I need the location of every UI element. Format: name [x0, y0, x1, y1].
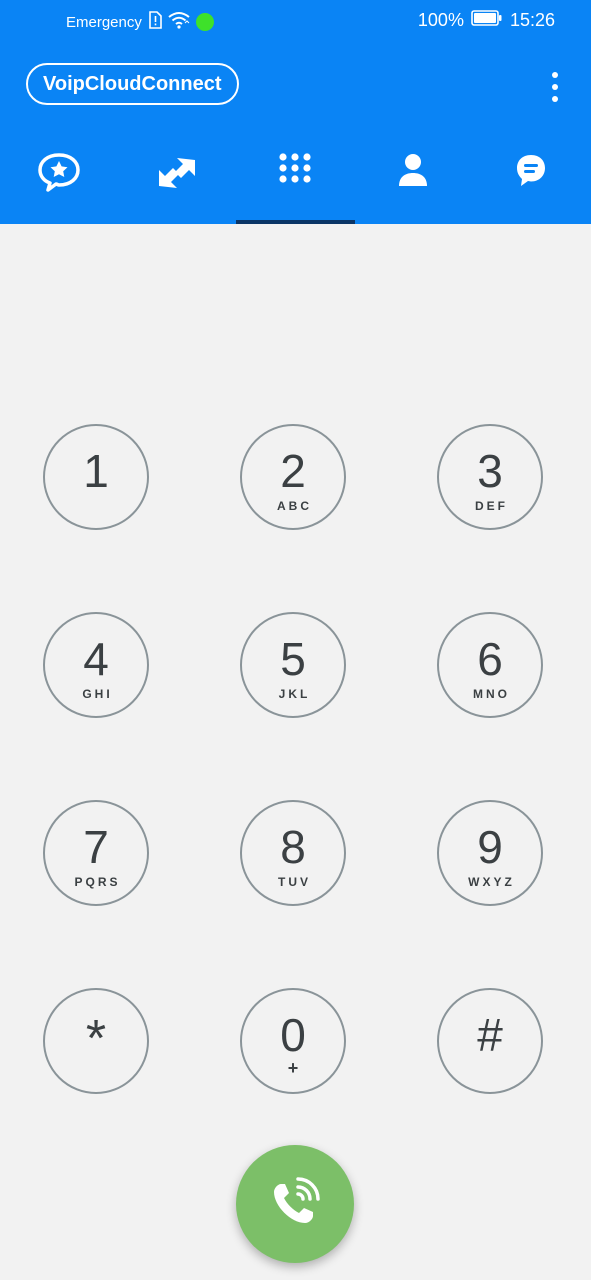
tab-messages[interactable] — [472, 140, 590, 224]
app-title-button[interactable]: VoipCloudConnect — [26, 63, 239, 105]
key-4[interactable]: 4 GHI — [43, 612, 149, 718]
key-1[interactable]: 1 — [43, 424, 149, 530]
status-left: Emergency — [66, 11, 214, 33]
key-letters: JKL — [278, 687, 311, 701]
battery-percent: 100% — [417, 10, 464, 30]
tab-recents[interactable] — [118, 140, 236, 224]
key-7[interactable]: 7 PQRS — [43, 800, 149, 906]
key-digit: 8 — [280, 821, 306, 873]
dialpad-icon — [278, 152, 312, 193]
key-letters: ABC — [277, 499, 312, 513]
key-letters: TUV — [278, 875, 311, 889]
key-star[interactable]: * — [43, 988, 149, 1094]
key-2[interactable]: 2 ABC — [240, 424, 346, 530]
call-button[interactable] — [236, 1145, 354, 1263]
key-digit: 2 — [280, 445, 306, 497]
key-letters: + — [287, 1058, 299, 1078]
more-vert-icon[interactable] — [545, 72, 565, 102]
sim-alert-icon — [148, 11, 162, 33]
phone-ringing-icon — [267, 1174, 323, 1235]
tab-selected-indicator — [236, 220, 355, 224]
key-digit: 9 — [477, 821, 503, 873]
key-letters: DEF — [475, 499, 508, 513]
clock: 15:26 — [509, 10, 555, 30]
key-digit: 6 — [477, 633, 503, 685]
star-chat-icon — [37, 152, 81, 197]
key-6[interactable]: 6 MNO — [437, 612, 543, 718]
key-digit: 3 — [477, 445, 503, 497]
green-dot-indicator — [195, 13, 214, 31]
key-letters: PQRS — [74, 875, 121, 889]
key-letters: WXYZ — [468, 875, 515, 889]
key-9[interactable]: 9 WXYZ — [437, 800, 543, 906]
call-arrows-icon — [156, 152, 198, 197]
status-right: 100% 15:26 — [418, 9, 555, 32]
key-3[interactable]: 3 DEF — [437, 424, 543, 530]
battery-icon — [471, 9, 503, 32]
key-letters: MNO — [473, 687, 510, 701]
carrier-label: Emergency — [66, 13, 142, 31]
key-digit: 4 — [83, 633, 109, 685]
key-8[interactable]: 8 TUV — [240, 800, 346, 906]
key-digit: 1 — [83, 445, 109, 497]
person-icon — [398, 152, 428, 193]
status-bar: Emergency 100% 15:26 — [0, 0, 591, 40]
key-letters: GHI — [82, 687, 113, 701]
key-digit: 0 — [280, 1009, 306, 1061]
tab-favorites[interactable] — [0, 140, 118, 224]
key-digit: # — [477, 1009, 503, 1061]
tab-dialpad[interactable] — [236, 140, 354, 224]
app-header: Emergency 100% 15:26 VoipCloudConnect — [0, 0, 591, 224]
wifi-icon — [168, 11, 190, 33]
key-5[interactable]: 5 JKL — [240, 612, 346, 718]
key-hash[interactable]: # — [437, 988, 543, 1094]
key-digit: * — [85, 1010, 107, 1068]
key-digit: 5 — [280, 633, 306, 685]
key-digit: 7 — [83, 821, 109, 873]
key-0[interactable]: 0 + — [240, 988, 346, 1094]
chat-bubble-icon — [514, 152, 548, 193]
tab-contacts[interactable] — [354, 140, 472, 224]
